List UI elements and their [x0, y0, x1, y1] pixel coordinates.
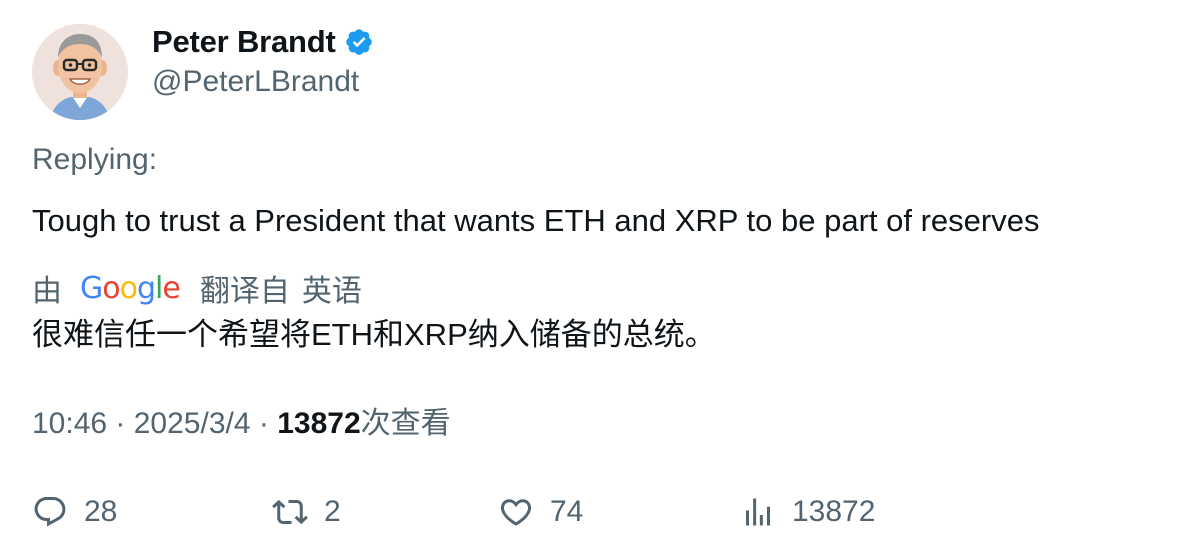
reply-button[interactable]: 28 [32, 488, 117, 536]
google-logo: Google [80, 270, 181, 306]
tweet-meta: 10:46 · 2025/3/4 · 13872次查看 [32, 402, 451, 446]
author-name-row: Peter Brandt [152, 22, 374, 62]
views-count: 13872 [277, 407, 361, 440]
verified-badge-icon [345, 29, 372, 55]
tweet-time[interactable]: 10:46 [32, 407, 107, 440]
source-language: 英语 [301, 275, 362, 308]
replying-label: Replying: [32, 143, 158, 176]
translated-text: 很难信任一个希望将ETH和XRP纳入储备的总统。 [32, 317, 716, 352]
bar-chart-icon [746, 498, 770, 526]
google-logo-letter: G [80, 270, 103, 306]
author-display-name[interactable]: Peter Brandt [152, 24, 336, 60]
views-button[interactable]: 13872 [740, 488, 875, 536]
google-logo-letter: l [155, 270, 163, 306]
reply-bubble-icon [34, 497, 66, 527]
google-logo-letter: o [119, 270, 138, 306]
google-logo-letter: o [102, 270, 120, 306]
tweet-date[interactable]: 2025/3/4 [134, 407, 251, 440]
avatar-image [32, 24, 128, 120]
like-button[interactable]: 74 [498, 488, 583, 536]
tweet: Peter Brandt @PeterLBrandt Replying: Tou… [0, 0, 1196, 558]
like-count: 74 [550, 495, 584, 528]
tweet-text: Tough to trust a President that wants ET… [32, 203, 1040, 238]
retweet-icon [272, 499, 308, 525]
translation-attribution: 由 Google 翻译自 英语 [32, 266, 362, 310]
translated-from-label: 翻译自 [199, 275, 290, 308]
google-logo-letter: e [162, 270, 180, 306]
action-bar: 28 2 74 13872 [32, 488, 1172, 536]
heart-icon [500, 499, 532, 526]
avatar[interactable] [32, 24, 128, 120]
reply-count: 28 [84, 495, 118, 528]
meta-separator: · [107, 407, 134, 440]
views-action-count: 13872 [792, 495, 876, 528]
views-label: 次查看 [360, 407, 451, 440]
translated-by-label: 由 [32, 275, 62, 308]
retweet-button[interactable]: 2 [272, 488, 341, 536]
author-handle[interactable]: @PeterLBrandt [152, 62, 359, 102]
meta-separator: · [250, 407, 278, 440]
google-logo-letter: g [136, 270, 156, 306]
retweet-count: 2 [324, 495, 341, 528]
